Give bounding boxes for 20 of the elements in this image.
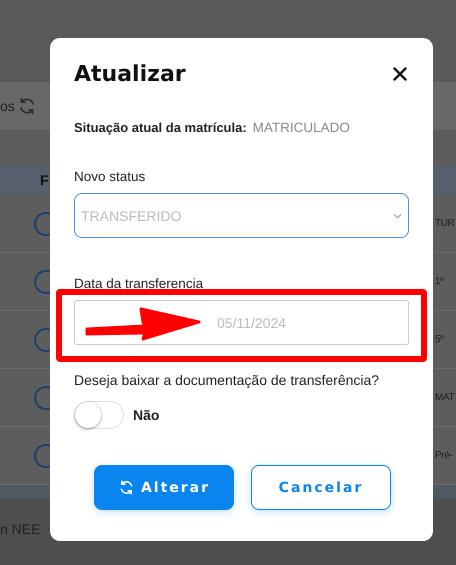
table-cell-text: MAT: [435, 392, 456, 403]
field-label: Situação atual da matrícula:: [74, 120, 247, 135]
question-text: Deseja baixar a documentação de transferência?: [74, 372, 380, 388]
status-value: MATRICULADO: [252, 120, 350, 135]
refresh-icon: [118, 479, 135, 496]
column-header: F: [40, 172, 49, 188]
cancel-button[interactable]: Cancelar: [251, 465, 391, 510]
table-cell-text: TUR: [435, 218, 456, 229]
alter-button[interactable]: Alterar: [94, 465, 234, 510]
table-cell-text: 1º: [435, 276, 445, 287]
table-cell-text: 5º: [435, 334, 445, 345]
close-icon[interactable]: [393, 67, 407, 81]
field-label: Novo status: [74, 169, 146, 184]
field-label: Data da transferencia: [74, 276, 204, 291]
toolbar-text: os: [0, 98, 15, 114]
chevron-icon: [393, 212, 402, 218]
toggle-label: Não: [133, 407, 160, 423]
table-cell-text: Pré-: [435, 450, 454, 461]
toggle-switch[interactable]: [74, 401, 124, 429]
dialog-title: Atualizar: [74, 62, 186, 86]
